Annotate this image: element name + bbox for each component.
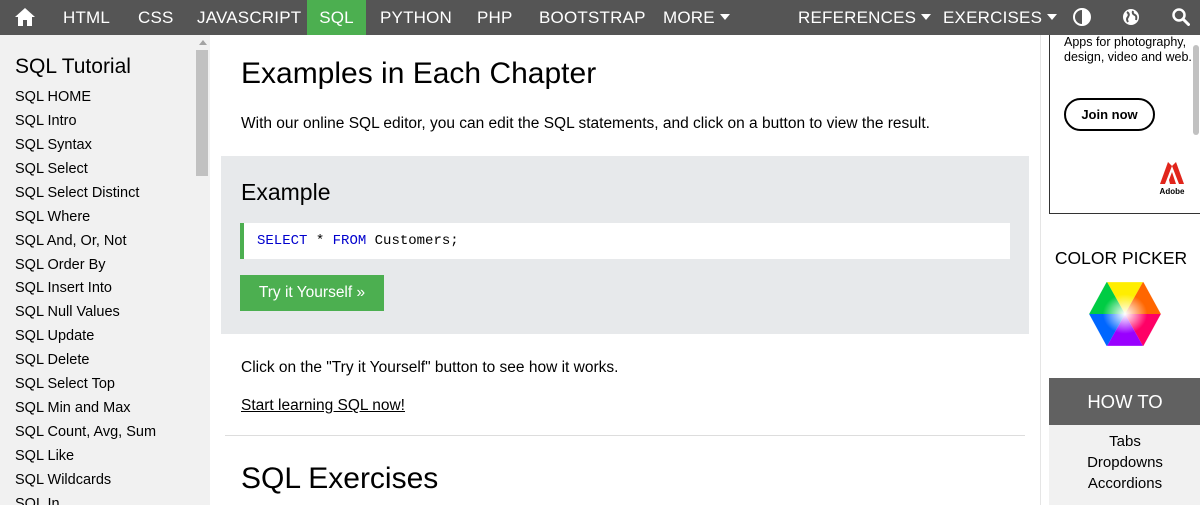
code-keyword-from: FROM — [332, 233, 367, 249]
nav-references[interactable]: REFERENCES — [798, 0, 932, 35]
color-picker-title: COLOR PICKER — [1054, 248, 1188, 268]
sidebar-scroll-thumb[interactable] — [196, 50, 208, 176]
sidebar-item-sql-select-top[interactable]: SQL Select Top — [15, 376, 115, 392]
nav-javascript-label: JAVASCRIPT — [197, 8, 302, 27]
nav-more-label: MORE — [663, 8, 715, 27]
nav-sql-label: SQL — [319, 8, 354, 27]
sidebar-scrollbar[interactable] — [196, 35, 210, 505]
how-to-link-tabs[interactable]: Tabs — [1049, 433, 1200, 450]
theme-toggle-button[interactable] — [1073, 0, 1093, 35]
code-text: * — [307, 233, 333, 249]
search-button[interactable] — [1172, 0, 1192, 35]
sidebar-item-sql-count-avg-sum[interactable]: SQL Count, Avg, Sum — [15, 424, 156, 440]
nav-bootstrap-label: BOOTSTRAP — [539, 8, 646, 27]
try-it-yourself-button[interactable]: Try it Yourself » — [240, 275, 384, 311]
divider — [225, 435, 1025, 436]
intro-text: With our online SQL editor, you can edit… — [241, 115, 930, 132]
right-column: Apps for photography, design, video and … — [1040, 35, 1200, 505]
nav-exercises-label: EXERCISES — [943, 8, 1043, 27]
main-content: Examples in Each Chapter With our online… — [210, 35, 1040, 505]
sidebar-item-sql-insert-into[interactable]: SQL Insert Into — [15, 280, 112, 296]
section-heading-examples: Examples in Each Chapter — [241, 57, 597, 90]
ad-text: Apps for photography, design, video and … — [1064, 35, 1192, 64]
join-now-button[interactable]: Join now — [1064, 98, 1155, 131]
how-to-link-dropdowns[interactable]: Dropdowns — [1049, 454, 1200, 471]
nav-javascript[interactable]: JAVASCRIPT — [197, 0, 301, 35]
how-to-list: Tabs Dropdowns Accordions — [1049, 425, 1200, 505]
search-icon — [1172, 7, 1190, 26]
nav-css[interactable]: CSS — [138, 0, 180, 35]
how-to-link-accordions[interactable]: Accordions — [1049, 475, 1200, 492]
adobe-logo-icon — [1160, 162, 1184, 184]
sidebar-item-sql-syntax[interactable]: SQL Syntax — [15, 137, 92, 153]
nav-exercises[interactable]: EXERCISES — [943, 0, 1058, 35]
sidebar-item-sql-home[interactable]: SQL HOME — [15, 89, 91, 105]
nav-html[interactable]: HTML — [63, 0, 121, 35]
example-box: Example SELECT * FROM Customers; Try it … — [221, 156, 1029, 334]
home-icon — [15, 7, 35, 26]
scroll-up-icon[interactable] — [199, 40, 207, 45]
nav-sql[interactable]: SQL — [307, 0, 366, 35]
nav-css-label: CSS — [138, 8, 174, 27]
ad-scroll-thumb[interactable] — [1193, 45, 1199, 135]
adobe-wordmark: Adobe — [1159, 187, 1185, 196]
color-picker-hexagon-icon[interactable] — [1088, 281, 1162, 347]
contrast-icon — [1073, 7, 1091, 26]
ad-scrollbar[interactable] — [1192, 35, 1200, 145]
start-learning-link[interactable]: Start learning SQL now! — [241, 397, 405, 415]
adobe-logo: Adobe — [1157, 161, 1187, 201]
nav-html-label: HTML — [63, 8, 111, 27]
sidebar-item-sql-select-distinct[interactable]: SQL Select Distinct — [15, 185, 139, 201]
example-heading: Example — [241, 179, 331, 205]
adobe-ad[interactable]: Apps for photography, design, video and … — [1049, 35, 1200, 214]
sidebar: SQL Tutorial SQL HOME SQL Intro SQL Synt… — [0, 35, 210, 505]
nav-php[interactable]: PHP — [477, 0, 517, 35]
caret-down-icon — [921, 13, 932, 20]
nav-php-label: PHP — [477, 8, 513, 27]
language-button[interactable] — [1122, 0, 1142, 35]
code-keyword-select: SELECT — [257, 233, 308, 249]
sidebar-item-sql-order-by[interactable]: SQL Order By — [15, 257, 106, 273]
nav-python-label: PYTHON — [380, 8, 453, 27]
nav-bootstrap[interactable]: BOOTSTRAP — [539, 0, 645, 35]
instruction-text: Click on the "Try it Yourself" button to… — [241, 359, 619, 376]
globe-icon — [1123, 8, 1139, 25]
how-to-header: HOW TO — [1049, 378, 1200, 425]
code-snippet: SELECT * FROM Customers; — [240, 223, 1010, 259]
sidebar-item-sql-in[interactable]: SQL In — [15, 496, 60, 505]
sidebar-item-sql-select[interactable]: SQL Select — [15, 161, 88, 177]
sidebar-item-sql-update[interactable]: SQL Update — [15, 328, 94, 344]
sidebar-item-sql-min-and-max[interactable]: SQL Min and Max — [15, 400, 131, 416]
sidebar-item-sql-and-or-not[interactable]: SQL And, Or, Not — [15, 233, 127, 249]
sidebar-title: SQL Tutorial — [15, 55, 131, 78]
sidebar-item-sql-like[interactable]: SQL Like — [15, 448, 74, 464]
sidebar-item-sql-wildcards[interactable]: SQL Wildcards — [15, 472, 111, 488]
sidebar-item-sql-where[interactable]: SQL Where — [15, 209, 90, 225]
caret-down-icon — [1047, 13, 1058, 20]
top-nav: HTML CSS JAVASCRIPT SQL PYTHON PHP BOOTS… — [0, 0, 1200, 35]
section-heading-exercises: SQL Exercises — [241, 462, 439, 495]
home-button[interactable] — [0, 0, 50, 35]
sidebar-item-sql-null-values[interactable]: SQL Null Values — [15, 304, 120, 320]
nav-python[interactable]: PYTHON — [380, 0, 453, 35]
nav-more[interactable]: MORE — [663, 0, 731, 35]
sidebar-item-sql-delete[interactable]: SQL Delete — [15, 352, 89, 368]
nav-references-label: REFERENCES — [798, 8, 917, 27]
code-table-name: Customers; — [366, 233, 459, 249]
caret-down-icon — [719, 13, 730, 20]
sidebar-item-sql-intro[interactable]: SQL Intro — [15, 113, 77, 129]
